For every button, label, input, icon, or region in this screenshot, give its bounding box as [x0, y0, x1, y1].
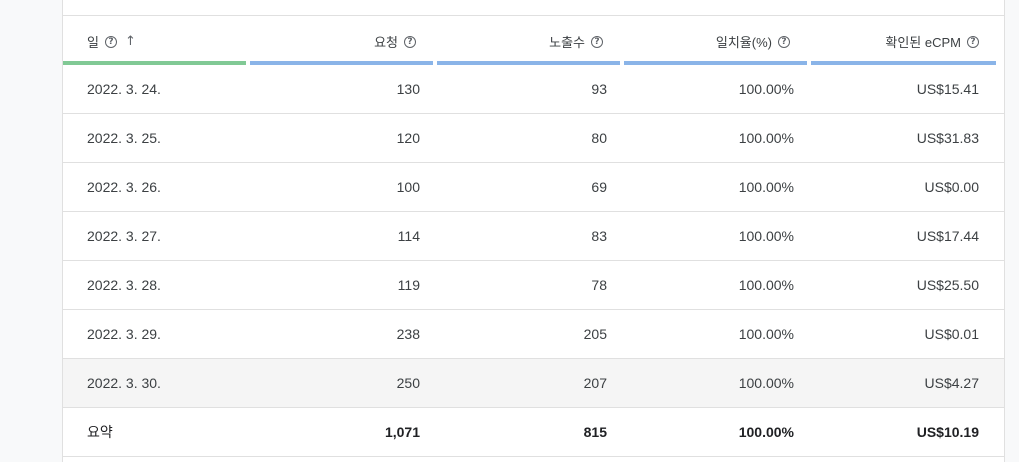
- match-rate-cell: 100.00%: [738, 326, 794, 342]
- date-cell: 2022. 3. 25.: [87, 130, 161, 146]
- date-cell: 2022. 3. 24.: [87, 81, 161, 97]
- arrow-up-icon[interactable]: ↑: [125, 34, 136, 49]
- ecpm-cell: US$0.00: [924, 179, 979, 195]
- report-table-card: 일 ? ↑ 요청 ? 노출수 ? 일치율(%) ? 확인된 eCPM ? 202…: [62, 0, 1005, 462]
- summary-match-rate: 100.00%: [738, 424, 794, 440]
- table-row: 2022. 3. 25. 120 80 100.00% US$31.83: [63, 114, 1004, 163]
- match-rate-cell: 100.00%: [738, 277, 794, 293]
- match-rate-cell: 100.00%: [738, 375, 794, 391]
- help-circle-icon[interactable]: ?: [591, 35, 603, 48]
- requests-cell: 100: [396, 179, 420, 195]
- column-header-label: 요청: [374, 35, 398, 50]
- summary-row: 요약 1,071 815 100.00% US$10.19: [63, 408, 1004, 457]
- date-cell: 2022. 3. 27.: [87, 228, 161, 244]
- match-rate-cell: 100.00%: [738, 228, 794, 244]
- column-header-requests[interactable]: 요청 ?: [250, 16, 433, 65]
- help-circle-icon[interactable]: ?: [967, 35, 979, 48]
- impressions-cell: 69: [591, 179, 607, 195]
- requests-cell: 120: [396, 130, 420, 146]
- table-body: 2022. 3. 24. 130 93 100.00% US$15.41 202…: [63, 65, 1004, 457]
- column-header-date[interactable]: 일 ? ↑: [63, 16, 246, 65]
- requests-cell: 119: [397, 277, 420, 293]
- table-row: 2022. 3. 26. 100 69 100.00% US$0.00: [63, 163, 1004, 212]
- ecpm-cell: US$15.41: [916, 81, 979, 97]
- date-cell: 2022. 3. 28.: [87, 277, 161, 293]
- help-circle-icon[interactable]: ?: [104, 35, 117, 48]
- table-header: 일 ? ↑ 요청 ? 노출수 ? 일치율(%) ? 확인된 eCPM ?: [63, 16, 1004, 65]
- requests-cell: 130: [396, 81, 420, 97]
- table-row: 2022. 3. 30. 250 207 100.00% US$4.27: [63, 359, 1004, 408]
- table-row: 2022. 3. 28. 119 78 100.00% US$25.50: [63, 261, 1004, 310]
- summary-impressions: 815: [583, 424, 607, 440]
- column-header-ecpm[interactable]: 확인된 eCPM ?: [811, 16, 996, 65]
- summary-requests: 1,071: [384, 424, 420, 440]
- impressions-cell: 207: [583, 375, 607, 391]
- requests-cell: 114: [397, 228, 420, 244]
- ecpm-cell: US$25.50: [916, 277, 979, 293]
- requests-cell: 238: [396, 326, 420, 342]
- ecpm-cell: US$4.27: [924, 375, 979, 391]
- column-header-impressions[interactable]: 노출수 ?: [437, 16, 620, 65]
- date-cell: 2022. 3. 29.: [87, 326, 161, 342]
- impressions-cell: 205: [583, 326, 607, 342]
- column-header-match-rate[interactable]: 일치율(%) ?: [624, 16, 807, 65]
- column-header-label: 노출수: [549, 35, 585, 50]
- match-rate-cell: 100.00%: [738, 130, 794, 146]
- date-cell: 2022. 3. 26.: [87, 179, 161, 195]
- table-row: 2022. 3. 29. 238 205 100.00% US$0.01: [63, 310, 1004, 359]
- requests-cell: 250: [396, 375, 420, 391]
- column-header-label: 확인된 eCPM: [885, 35, 961, 50]
- help-circle-icon[interactable]: ?: [778, 35, 790, 48]
- table-top-divider: [63, 0, 1004, 16]
- date-cell: 2022. 3. 30.: [87, 375, 161, 391]
- impressions-cell: 78: [591, 277, 607, 293]
- impressions-cell: 83: [591, 228, 607, 244]
- impressions-cell: 80: [591, 130, 607, 146]
- summary-ecpm: US$10.19: [916, 424, 979, 440]
- summary-label: 요약: [87, 424, 113, 440]
- report-page: 일 ? ↑ 요청 ? 노출수 ? 일치율(%) ? 확인된 eCPM ? 202…: [0, 0, 1019, 462]
- ecpm-cell: US$31.83: [916, 130, 979, 146]
- help-circle-icon[interactable]: ?: [404, 35, 416, 48]
- ecpm-cell: US$17.44: [916, 228, 979, 244]
- column-header-label: 일치율(%): [715, 35, 772, 50]
- table-row: 2022. 3. 24. 130 93 100.00% US$15.41: [63, 65, 1004, 114]
- table-row: 2022. 3. 27. 114 83 100.00% US$17.44: [63, 212, 1004, 261]
- match-rate-cell: 100.00%: [738, 179, 794, 195]
- match-rate-cell: 100.00%: [738, 81, 794, 97]
- ecpm-cell: US$0.01: [924, 326, 979, 342]
- column-header-label: 일: [87, 35, 99, 50]
- impressions-cell: 93: [591, 81, 607, 97]
